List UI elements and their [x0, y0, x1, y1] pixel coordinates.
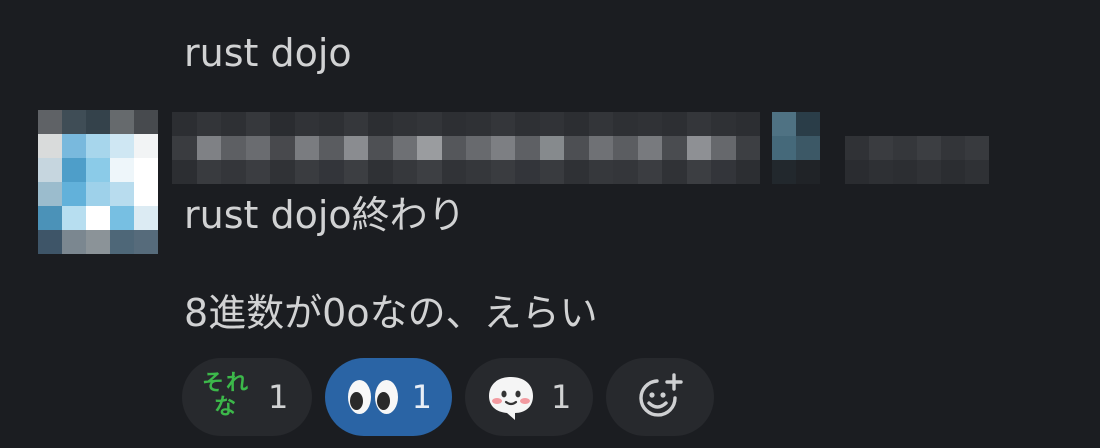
eyes-emoji-icon — [345, 377, 398, 417]
message-line-1: rust dojo終わり — [184, 193, 466, 237]
reaction-bar: そ れ な 1 1 1 — [182, 358, 714, 436]
reaction-count: 1 — [551, 378, 572, 416]
add-reaction-icon — [633, 370, 687, 424]
reaction-count: 1 — [411, 378, 432, 416]
reaction-blush-face[interactable]: 1 — [465, 358, 593, 436]
add-reaction-button[interactable] — [606, 358, 714, 436]
reaction-sorena[interactable]: そ れ な 1 — [182, 358, 312, 436]
reaction-count: 1 — [268, 378, 289, 416]
timestamp-redacted[interactable] — [845, 136, 989, 184]
sorena-emoji-icon: そ れ な — [202, 371, 249, 420]
blush-face-emoji-icon — [485, 371, 537, 423]
previous-message-text: rust dojo — [184, 31, 352, 75]
reaction-eyes[interactable]: 1 — [325, 358, 452, 436]
avatar[interactable] — [38, 110, 158, 254]
sender-name-redacted[interactable] — [172, 112, 760, 184]
message-line-2: 8進数が0oなの、えらい — [184, 291, 598, 335]
sender-badge-redacted — [772, 112, 820, 184]
